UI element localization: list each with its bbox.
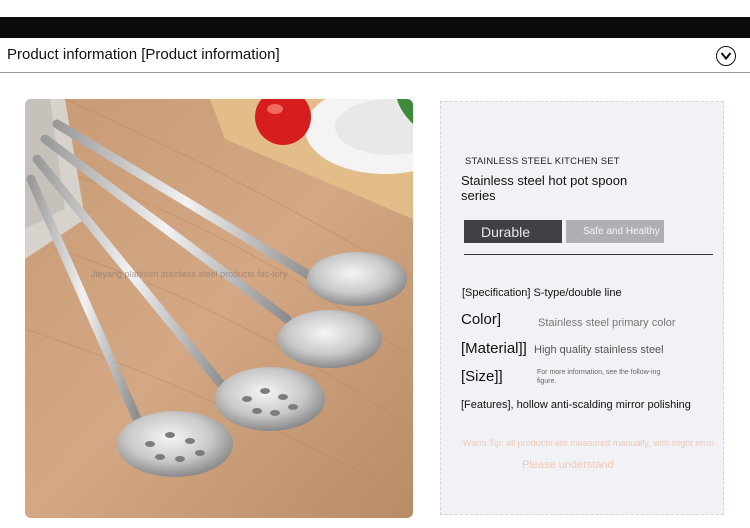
divider: [464, 254, 713, 255]
section-title: Product information [Product information…: [7, 46, 280, 63]
photo-watermark: Jieyang platinum stainless steel product…: [91, 269, 288, 279]
tag-safe-healthy: Safe and Healthy: [566, 220, 664, 243]
material-label: [Material]]: [461, 340, 527, 357]
material-value: High quality stainless steel: [534, 344, 664, 356]
features-text: [Features], hollow anti-scalding mirror …: [461, 399, 691, 411]
size-note: For more information, see the follow-ing…: [537, 369, 661, 385]
please-understand: Please understand: [522, 459, 614, 471]
product-info-panel: STAINLESS STEEL KITCHEN SET Stainless st…: [440, 101, 724, 515]
chevron-down-circle-icon[interactable]: [716, 46, 736, 66]
spec-text: [Specification] S-type/double line: [462, 287, 622, 299]
panel-eyebrow: STAINLESS STEEL KITCHEN SET: [465, 156, 620, 167]
product-title: Stainless steel hot pot spoon series: [461, 173, 628, 203]
section-header[interactable]: Product information [Product information…: [0, 38, 750, 73]
product-photo: Jieyang platinum stainless steel product…: [25, 99, 413, 518]
color-label: Color]: [461, 311, 502, 328]
size-label: [Size]]: [461, 368, 503, 385]
top-black-bar: [0, 17, 750, 38]
color-value: Stainless steel primary color: [538, 317, 676, 329]
tag-durable: Durable: [464, 220, 562, 243]
warm-tip: Warm Tip: all products are measured manu…: [463, 438, 717, 448]
